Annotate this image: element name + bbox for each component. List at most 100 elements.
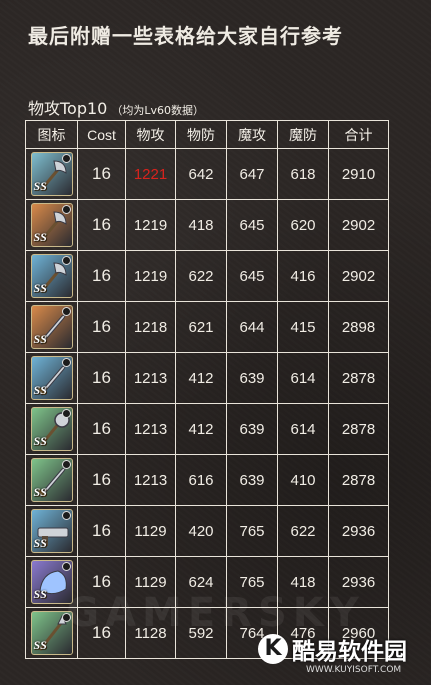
physical-defense-cell: 418 bbox=[175, 199, 227, 251]
magic-attack-cell: 639 bbox=[226, 403, 278, 455]
weapon-icon-cell: SS bbox=[25, 352, 78, 404]
magic-attack-cell: 765 bbox=[226, 505, 278, 557]
cost-cell: 16 bbox=[77, 403, 126, 455]
magic-defense-cell: 415 bbox=[277, 301, 329, 353]
site-logo: K 酷易软件园 WWW.KUYISOFT.COM bbox=[258, 630, 430, 685]
magic-attack-cell: 645 bbox=[226, 250, 278, 302]
element-badge-icon bbox=[61, 562, 71, 571]
physical-attack-cell: 1213 bbox=[125, 454, 176, 506]
magic-defense-cell: 618 bbox=[277, 148, 329, 200]
element-badge-icon bbox=[61, 205, 71, 214]
header-magic-attack: 魔攻 bbox=[226, 120, 278, 149]
element-badge-icon bbox=[61, 358, 71, 367]
weapon-icon-cell: SS bbox=[25, 301, 78, 353]
battle-axe-icon: SS bbox=[30, 254, 73, 298]
rarity-label: SS bbox=[33, 332, 47, 346]
weapon-icon-cell: SS bbox=[25, 148, 78, 200]
physical-defense-cell: 642 bbox=[175, 148, 227, 200]
weapon-icon-cell: SS bbox=[25, 454, 78, 506]
header-total: 合计 bbox=[328, 120, 389, 149]
total-cell: 2902 bbox=[328, 250, 389, 302]
rarity-label: SS bbox=[33, 536, 47, 550]
gun-icon: SS bbox=[30, 509, 73, 553]
logo-name: 酷易软件园 bbox=[292, 639, 407, 665]
magic-attack-cell: 647 bbox=[226, 148, 278, 200]
table-row: SS 16 1213 616 639 410 2878 bbox=[25, 454, 389, 506]
header-icon: 图标 bbox=[25, 120, 78, 149]
sword-icon: SS bbox=[30, 305, 73, 349]
mace-icon: SS bbox=[30, 407, 73, 451]
magic-defense-cell: 416 bbox=[277, 250, 329, 302]
element-badge-icon bbox=[61, 307, 71, 316]
sword-icon: SS bbox=[30, 458, 73, 502]
magic-defense-cell: 614 bbox=[277, 352, 329, 404]
physical-defense-cell: 616 bbox=[175, 454, 227, 506]
table-row: SS 16 1213 412 639 614 2878 bbox=[25, 352, 389, 404]
element-badge-icon bbox=[61, 460, 71, 469]
total-cell: 2878 bbox=[328, 352, 389, 404]
physical-defense-cell: 622 bbox=[175, 250, 227, 302]
rarity-label: SS bbox=[33, 434, 47, 448]
physical-defense-cell: 412 bbox=[175, 352, 227, 404]
element-badge-icon bbox=[61, 256, 71, 265]
element-badge-icon bbox=[61, 409, 71, 418]
rarity-label: SS bbox=[33, 281, 47, 295]
physical-defense-cell: 420 bbox=[175, 505, 227, 557]
header-physical-attack: 物攻 bbox=[125, 120, 176, 149]
rarity-label: SS bbox=[33, 230, 47, 244]
rarity-label: SS bbox=[33, 179, 47, 193]
sword-icon: SS bbox=[30, 356, 73, 400]
cost-cell: 16 bbox=[77, 352, 126, 404]
logo-url: WWW.KUYISOFT.COM bbox=[306, 665, 402, 675]
physical-attack-cell: 1213 bbox=[125, 352, 176, 404]
physical-attack-cell: 1221 bbox=[125, 148, 176, 200]
logo-mark: K bbox=[258, 634, 288, 664]
header-magic-defense: 魔防 bbox=[277, 120, 329, 149]
section-title: 物攻Top10 （均为Lv60数据） bbox=[28, 95, 204, 119]
table-header-row: 图标 Cost 物攻 物防 魔攻 魔防 合计 bbox=[25, 120, 389, 149]
magic-attack-cell: 644 bbox=[226, 301, 278, 353]
physical-defense-cell: 621 bbox=[175, 301, 227, 353]
magic-attack-cell: 639 bbox=[226, 454, 278, 506]
magic-defense-cell: 410 bbox=[277, 454, 329, 506]
physical-defense-cell: 412 bbox=[175, 403, 227, 455]
magic-defense-cell: 622 bbox=[277, 505, 329, 557]
battle-axe-icon: SS bbox=[30, 152, 73, 196]
physical-attack-cell: 1219 bbox=[125, 199, 176, 251]
cost-cell: 16 bbox=[77, 199, 126, 251]
header-physical-defense: 物防 bbox=[175, 120, 227, 149]
cost-cell: 16 bbox=[77, 454, 126, 506]
weapon-stats-table: 图标 Cost 物攻 物防 魔攻 魔防 合计 SS 16 1221 642 647 618… bbox=[25, 120, 389, 659]
magic-attack-cell: 645 bbox=[226, 199, 278, 251]
weapon-icon-cell: SS bbox=[25, 250, 78, 302]
total-cell: 2898 bbox=[328, 301, 389, 353]
page-headline: 最后附赠一些表格给大家自行参考 bbox=[28, 24, 343, 48]
weapon-icon-cell: SS bbox=[25, 505, 78, 557]
magic-attack-cell: 639 bbox=[226, 352, 278, 404]
weapon-icon-cell: SS bbox=[25, 403, 78, 455]
total-cell: 2910 bbox=[328, 148, 389, 200]
element-badge-icon bbox=[61, 154, 71, 163]
table-row: SS 16 1221 642 647 618 2910 bbox=[25, 148, 389, 200]
table-row: SS 16 1129 420 765 622 2936 bbox=[25, 505, 389, 557]
rarity-label: SS bbox=[33, 383, 47, 397]
magic-defense-cell: 614 bbox=[277, 403, 329, 455]
total-cell: 2902 bbox=[328, 199, 389, 251]
section-subtitle: （均为Lv60数据） bbox=[111, 104, 205, 117]
total-cell: 2878 bbox=[328, 454, 389, 506]
table-row: SS 16 1219 622 645 416 2902 bbox=[25, 250, 389, 302]
table-row: SS 16 1213 412 639 614 2878 bbox=[25, 403, 389, 455]
rarity-label: SS bbox=[33, 638, 47, 652]
physical-attack-cell: 1219 bbox=[125, 250, 176, 302]
total-cell: 2878 bbox=[328, 403, 389, 455]
physical-attack-cell: 1213 bbox=[125, 403, 176, 455]
header-cost: Cost bbox=[77, 120, 126, 149]
section-title-text: 物攻Top10 bbox=[28, 99, 108, 118]
physical-attack-cell: 1218 bbox=[125, 301, 176, 353]
table-row: SS 16 1218 621 644 415 2898 bbox=[25, 301, 389, 353]
cost-cell: 16 bbox=[77, 250, 126, 302]
cost-cell: 16 bbox=[77, 301, 126, 353]
rarity-label: SS bbox=[33, 485, 47, 499]
table-row: SS 16 1219 418 645 620 2902 bbox=[25, 199, 389, 251]
cost-cell: 16 bbox=[77, 505, 126, 557]
